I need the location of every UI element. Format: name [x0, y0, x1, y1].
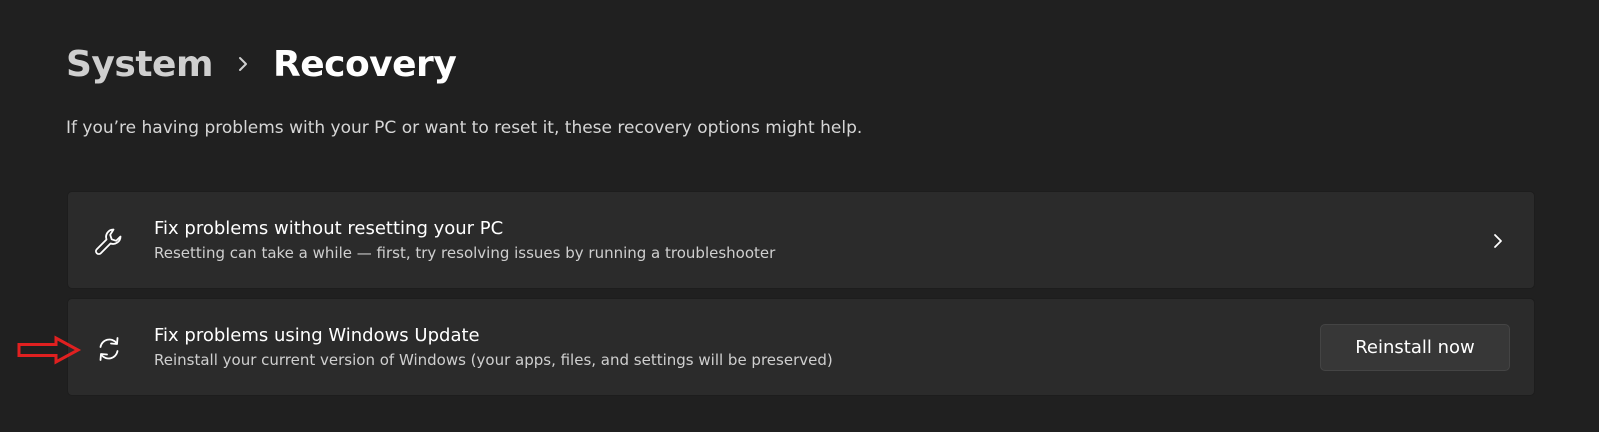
reinstall-now-button[interactable]: Reinstall now — [1320, 324, 1510, 371]
card-title: Fix problems without resetting your PC — [154, 218, 504, 239]
intro-text: If you’re having problems with your PC o… — [66, 118, 863, 138]
breadcrumb-system-link[interactable]: System — [66, 44, 213, 85]
card-description: Resetting can take a while — first, try … — [154, 244, 776, 262]
chevron-right-icon — [213, 54, 273, 74]
wrench-icon — [92, 225, 126, 259]
card-text: Fix problems using Windows Update Reinst… — [154, 323, 833, 371]
fix-without-reset-card[interactable]: Fix problems without resetting your PC R… — [67, 191, 1535, 289]
breadcrumb: System Recovery — [66, 36, 457, 92]
card-description: Reinstall your current version of Window… — [154, 351, 833, 369]
red-arrow-icon — [16, 335, 82, 365]
windows-update-fix-card: Fix problems using Windows Update Reinst… — [67, 298, 1535, 396]
page-title: Recovery — [272, 43, 457, 85]
card-text: Fix problems without resetting your PC R… — [154, 216, 775, 264]
chevron-right-icon[interactable] — [1486, 229, 1510, 253]
sync-icon — [92, 332, 126, 366]
card-title: Fix problems using Windows Update — [154, 325, 480, 346]
